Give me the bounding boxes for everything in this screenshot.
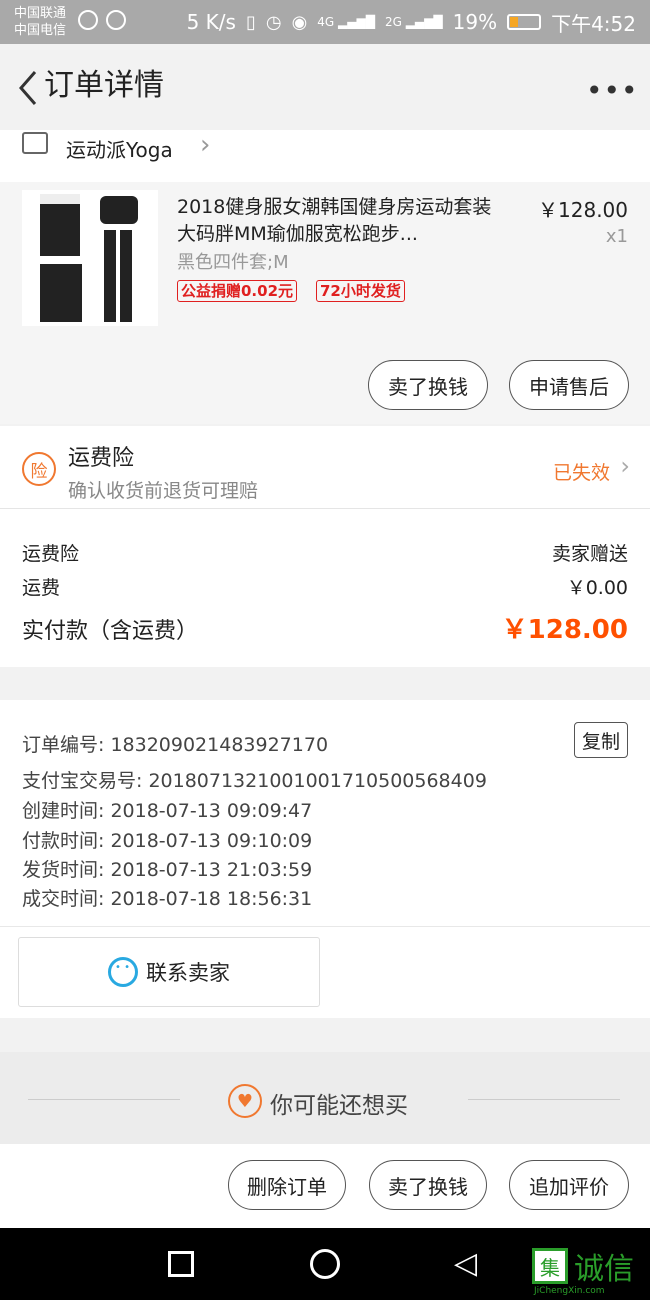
- alarm-icon: ◷: [265, 11, 282, 33]
- summary-value: 卖家赠送: [551, 543, 628, 565]
- system-nav-bar: ◁ 集 诚信 JiChengXin.com: [0, 1228, 650, 1300]
- shop-row[interactable]: 运动派Yoga ›: [0, 130, 650, 182]
- chevron-right-icon: ›: [200, 130, 211, 160]
- price-summary: 运费险 卖家赠送 运费 ￥0.00 实付款（含运费） ￥128.00: [0, 509, 650, 667]
- product-price: ￥128.00: [538, 198, 628, 222]
- network-speed: 5 K/s: [186, 10, 236, 34]
- status-bar: 中国联通 中国电信 5 K/s ▯ ◷ ◉ 4G ▂▄▆█ 2G ▂▄▆█ 19…: [0, 0, 650, 44]
- delete-order-button[interactable]: 删除订单: [228, 1160, 346, 1210]
- total-value: ￥128.00: [501, 615, 628, 645]
- vibrate-icon: ▯: [245, 11, 256, 33]
- total-label: 实付款（含运费）: [22, 619, 199, 644]
- home-icon[interactable]: [310, 1249, 340, 1279]
- back-button[interactable]: [10, 68, 46, 108]
- globe-icon: [78, 10, 98, 30]
- battery-percent: 19%: [452, 10, 498, 34]
- wechat-icon: [106, 10, 126, 30]
- shipping-insurance-row[interactable]: 险 运费险 确认收货前退货可理赔 已失效 ›: [0, 426, 650, 509]
- more-menu-button[interactable]: •••: [586, 74, 639, 107]
- product-qty: x1: [605, 226, 628, 247]
- order-number: 订单编号: 183209021483927170: [22, 734, 329, 756]
- carrier-2: 中国电信: [14, 23, 67, 38]
- product-image[interactable]: [22, 190, 158, 326]
- nav-header: 订单详情 •••: [0, 44, 650, 130]
- created-time: 创建时间: 2018-07-13 09:09:47: [22, 800, 313, 822]
- insurance-subtitle: 确认收货前退货可理赔: [68, 480, 259, 502]
- summary-label: 运费: [22, 577, 61, 599]
- watermark-glyph: 集: [532, 1248, 568, 1284]
- store-icon: [22, 132, 48, 154]
- divider: [468, 1099, 620, 1100]
- chevron-left-icon: [19, 71, 37, 105]
- after-sale-button[interactable]: 申请售后: [509, 360, 629, 410]
- carrier-info: 中国联通 中国电信: [14, 5, 66, 39]
- shipping-tag: 72小时发货: [316, 280, 405, 302]
- product-sku: 黑色四件套;M: [177, 252, 289, 273]
- order-info-section: 订单编号: 183209021483927170 支付宝交易号: 2018071…: [0, 700, 650, 1018]
- recommend-header: ♥ 你可能还想买: [0, 1052, 650, 1144]
- insurance-title: 运费险: [68, 446, 135, 471]
- chat-icon: [108, 957, 138, 987]
- clock: 下午4:52: [551, 11, 636, 36]
- chevron-right-icon: ›: [620, 452, 630, 480]
- status-right: 5 K/s ▯ ◷ ◉ 4G ▂▄▆█ 2G ▂▄▆█ 19% 下午4:52: [187, 0, 636, 44]
- recommend-title: 你可能还想买: [270, 1093, 408, 1119]
- eye-icon: ◉: [291, 11, 308, 33]
- paid-time: 付款时间: 2018-07-13 09:10:09: [22, 830, 313, 852]
- alipay-trade-number: 支付宝交易号: 2018071321001001710500568409: [22, 770, 487, 792]
- page-title: 订单详情: [44, 68, 164, 103]
- product-card[interactable]: 2018健身服女潮韩国健身房运动套装大码胖MM瑜伽服宽松跑步... 黑色四件套;…: [0, 182, 650, 424]
- back-triangle-icon[interactable]: ◁: [454, 1246, 477, 1281]
- signal-2-icon: 2G ▂▄▆█: [384, 15, 443, 29]
- shop-name: 运动派Yoga: [66, 138, 173, 162]
- resell-button[interactable]: 卖了换钱: [369, 1160, 487, 1210]
- carrier-1: 中国联通: [14, 6, 67, 21]
- recent-apps-icon[interactable]: [168, 1251, 194, 1277]
- insurance-status: 已失效: [552, 462, 610, 484]
- battery-icon: [507, 14, 542, 30]
- product-title: 2018健身服女潮韩国健身房运动套装大码胖MM瑜伽服宽松跑步...: [177, 196, 492, 245]
- heart-icon: ♥: [228, 1084, 262, 1118]
- watermark-logo: 集 诚信 JiChengXin.com: [532, 1248, 650, 1300]
- divider: [28, 1099, 180, 1100]
- insurance-icon: 险: [22, 452, 56, 486]
- order-action-bar: 删除订单 卖了换钱 追加评价: [0, 1144, 650, 1228]
- resell-button[interactable]: 卖了换钱: [368, 360, 488, 410]
- watermark-text: 诚信: [574, 1252, 634, 1287]
- add-review-button[interactable]: 追加评价: [509, 1160, 629, 1210]
- signal-1-icon: 4G ▂▄▆█: [317, 15, 375, 29]
- copy-button[interactable]: 复制: [574, 722, 628, 758]
- summary-label: 运费险: [22, 543, 80, 565]
- contact-seller-label: 联系卖家: [146, 961, 230, 985]
- shipped-time: 发货时间: 2018-07-13 21:03:59: [22, 859, 313, 881]
- charity-tag: 公益捐赠0.02元: [177, 280, 298, 302]
- status-icons: [78, 10, 126, 30]
- summary-value: ￥0.00: [566, 577, 628, 599]
- contact-seller-button[interactable]: 联系卖家: [18, 937, 320, 1007]
- divider: [0, 926, 650, 927]
- completed-time: 成交时间: 2018-07-18 18:56:31: [22, 888, 313, 910]
- watermark-url: JiChengXin.com: [534, 1286, 605, 1296]
